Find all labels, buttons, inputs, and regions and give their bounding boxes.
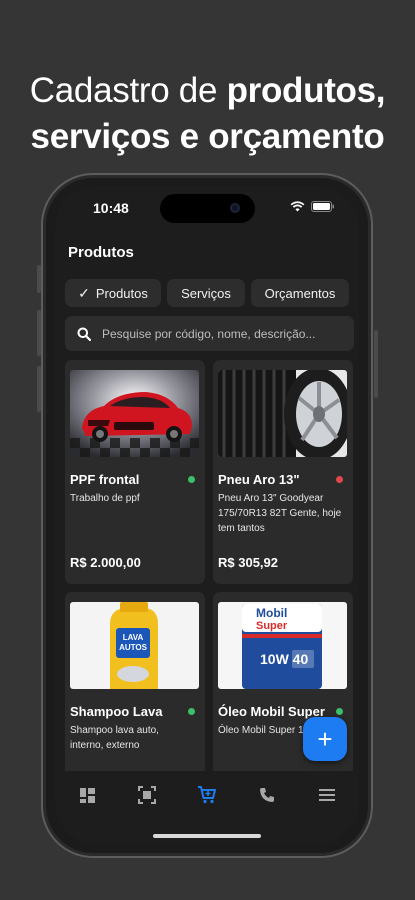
product-card[interactable]: PPF frontal Trabalho de ppf R$ 2.000,00	[65, 360, 205, 584]
camera-icon	[230, 203, 240, 213]
product-name: Shampoo Lava	[70, 704, 163, 719]
product-description: Trabalho de ppf	[70, 493, 140, 504]
tab-label: Produtos	[95, 285, 148, 301]
status-time: 10:48	[93, 200, 129, 216]
product-description: Pneu Aro 13" Goodyear 175/70R13 82T Gent…	[218, 493, 342, 534]
page-title: Produtos	[68, 244, 134, 261]
tab-produtos[interactable]: ✓ Produtos	[65, 279, 161, 307]
tab-orcamentos[interactable]: Orçamentos	[251, 279, 349, 307]
search-bar[interactable]	[65, 316, 354, 351]
segment-tabs: ✓ Produtos Serviços Orçamentos	[65, 279, 349, 307]
wifi-icon	[290, 201, 305, 212]
brand-logo-text: Mobil	[256, 606, 287, 620]
headline-bold-2: serviços e orçamento	[30, 117, 385, 156]
promo-headline: Cadastro de produtos, serviços e orçamen…	[0, 68, 415, 160]
product-price: R$ 2.000,00	[70, 555, 141, 570]
battery-icon	[311, 201, 334, 212]
menu-icon	[319, 789, 335, 801]
status-dot	[188, 708, 195, 715]
svg-text:AUTOS: AUTOS	[119, 643, 148, 652]
svg-text:LAVA: LAVA	[123, 633, 144, 642]
product-name: PPF frontal	[70, 472, 140, 487]
phone-power-button	[374, 330, 378, 398]
cart-icon	[198, 786, 216, 804]
oil-can-photo: Mobil Super 10W 40	[218, 602, 347, 689]
search-icon	[77, 327, 91, 341]
phone-action-button	[37, 265, 41, 293]
home-indicator[interactable]	[153, 834, 261, 838]
tire-photo	[218, 370, 347, 457]
product-price: R$ 305,92	[218, 555, 278, 570]
dashboard-icon	[79, 787, 95, 803]
nav-cart[interactable]	[195, 783, 219, 807]
product-card[interactable]: Pneu Aro 13" Pneu Aro 13" Goodyear 175/7…	[213, 360, 353, 584]
headline-light: Cadastro de	[29, 71, 227, 110]
nav-scan[interactable]	[135, 783, 159, 807]
status-dot	[336, 708, 343, 715]
product-name: Pneu Aro 13"	[218, 472, 300, 487]
red-car-photo	[70, 370, 199, 457]
svg-text:Super: Super	[256, 620, 288, 632]
product-name: Óleo Mobil Super	[218, 704, 325, 719]
shampoo-bottle-photo: LAVA AUTOS	[70, 602, 199, 689]
scan-icon	[138, 786, 156, 804]
dynamic-island	[160, 194, 255, 223]
phone-icon	[260, 788, 274, 802]
check-icon: ✓	[78, 284, 90, 301]
search-input[interactable]	[102, 326, 332, 341]
tab-label: Serviços	[181, 285, 231, 301]
status-icons	[290, 201, 335, 212]
status-dot	[188, 476, 195, 483]
nav-dashboard[interactable]	[75, 783, 99, 807]
nav-phone[interactable]	[255, 783, 279, 807]
tab-servicos[interactable]: Serviços	[167, 279, 245, 307]
headline-bold-1: produtos,	[226, 71, 386, 110]
app-screen: 10:48 Produtos ✓ Produtos Serviços Orçam…	[55, 186, 359, 845]
status-dot	[336, 476, 343, 483]
nav-menu[interactable]	[315, 783, 339, 807]
product-description: Shampoo lava auto, interno, externo	[70, 725, 159, 751]
tab-label: Orçamentos	[264, 285, 336, 301]
phone-volume-up-button	[37, 310, 41, 356]
phone-volume-down-button	[37, 366, 41, 412]
add-product-button[interactable]: +	[303, 717, 347, 761]
